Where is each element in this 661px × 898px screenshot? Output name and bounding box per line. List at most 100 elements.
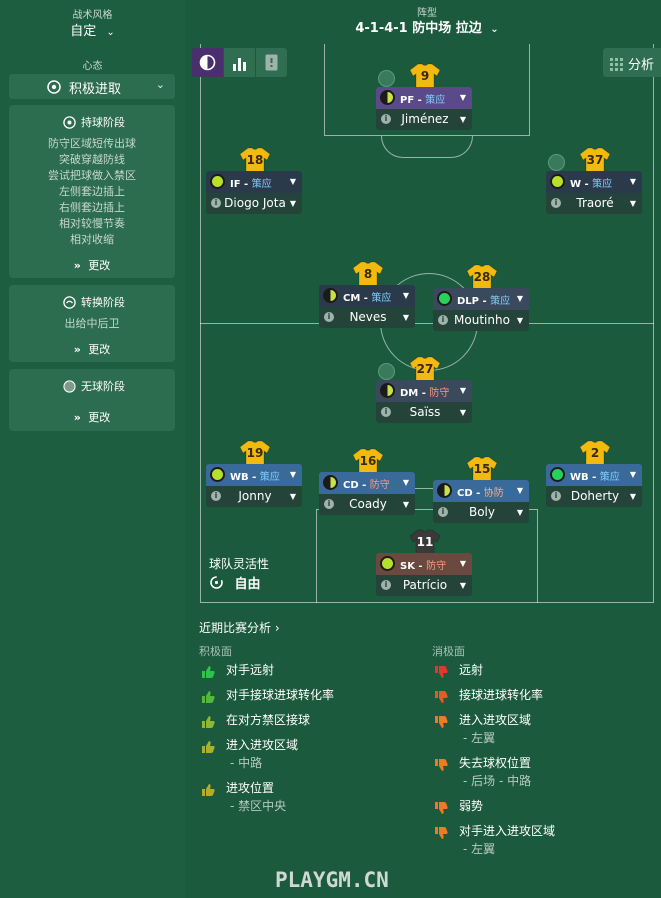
role-selector[interactable]: DLP - 策应 ▼ bbox=[433, 288, 529, 310]
player-selector[interactable]: i Moutinho ▼ bbox=[433, 310, 529, 331]
style-dropdown[interactable]: 自定 ⌄ bbox=[0, 20, 185, 39]
role-suitability-icon bbox=[210, 174, 225, 189]
in-possession-change-button[interactable]: » 更改 bbox=[9, 257, 175, 273]
player-selector[interactable]: i Patrício ▼ bbox=[376, 575, 472, 596]
player-selector[interactable]: i Coady ▼ bbox=[319, 494, 415, 515]
role-instruction-icon[interactable] bbox=[378, 363, 395, 380]
role-duty: 防守 bbox=[429, 388, 450, 399]
instruction-line: 右侧套边插上 bbox=[59, 201, 125, 214]
thumbs-down-icon bbox=[434, 663, 448, 678]
info-icon[interactable]: i bbox=[324, 499, 334, 509]
instruction-line: 出给中后卫 bbox=[64, 317, 120, 330]
role-text: WB - 策应 bbox=[570, 472, 620, 483]
role-text: WB - 策应 bbox=[230, 472, 280, 483]
caret-down-icon: ▼ bbox=[629, 492, 636, 501]
player-selector[interactable]: i Jonny ▼ bbox=[206, 486, 302, 507]
player-selector[interactable]: i Doherty ▼ bbox=[546, 486, 642, 507]
refresh-icon bbox=[209, 575, 224, 594]
player-card-lcb[interactable]: 16 CD - 防守 ▼ i Coady ▼ bbox=[319, 447, 415, 527]
negative-item: 接球进球转化率 bbox=[459, 688, 544, 702]
change-label: 更改 bbox=[88, 259, 111, 272]
card-info-icon bbox=[265, 54, 278, 75]
player-card-lw[interactable]: 18 IF - 策应 ▼ i Diogo Jota ▼ bbox=[206, 146, 302, 226]
role-instruction-icon[interactable] bbox=[548, 154, 565, 171]
player-selector[interactable]: i Jiménez ▼ bbox=[376, 109, 472, 130]
info-icon[interactable]: i bbox=[438, 315, 448, 325]
role-selector[interactable]: CD - 防守 ▼ bbox=[319, 472, 415, 494]
view-toggle-button[interactable] bbox=[192, 48, 223, 77]
mentality-value: 积极进取 bbox=[69, 82, 122, 97]
caret-down-icon: ▼ bbox=[402, 500, 409, 509]
recent-analysis-link[interactable]: 近期比赛分析 › bbox=[199, 619, 280, 636]
shirt-number: 16 bbox=[359, 454, 377, 468]
role-code: CD bbox=[457, 488, 473, 499]
shirt-number: 15 bbox=[473, 462, 491, 476]
role-selector[interactable]: DM - 防守 ▼ bbox=[376, 380, 472, 402]
player-card-gk[interactable]: 11 SK - 防守 ▼ i Patrício ▼ bbox=[376, 528, 472, 608]
role-selector[interactable]: CM - 策应 ▼ bbox=[319, 285, 415, 307]
role-code: CM bbox=[343, 293, 361, 304]
team-fluidity-value[interactable]: 自由 bbox=[209, 573, 261, 594]
role-text: SK - 防守 bbox=[400, 561, 447, 572]
player-selector[interactable]: i Boly ▼ bbox=[433, 502, 529, 523]
role-selector[interactable]: CD - 协防 ▼ bbox=[433, 480, 529, 502]
info-icon[interactable]: i bbox=[438, 507, 448, 517]
role-selector[interactable]: WB - 策应 ▼ bbox=[546, 464, 642, 486]
player-card-st[interactable]: 9 PF - 策应 ▼ i Jiménez ▼ bbox=[376, 62, 472, 142]
thumbs-up-icon bbox=[201, 663, 215, 678]
transition-change-button[interactable]: » 更改 bbox=[9, 341, 175, 357]
player-card-lb[interactable]: 19 WB - 策应 ▼ i Jonny ▼ bbox=[206, 439, 302, 519]
analysis-button[interactable]: 分析 bbox=[603, 48, 661, 77]
info-icon[interactable]: i bbox=[324, 312, 334, 322]
caret-down-icon: ▼ bbox=[629, 199, 636, 208]
thumbs-down-icon bbox=[434, 688, 448, 703]
role-text: DM - 防守 bbox=[400, 388, 450, 399]
negative-item: 远射 bbox=[459, 663, 484, 677]
player-card-rcm[interactable]: 28 DLP - 策应 ▼ i Moutinho ▼ bbox=[433, 263, 529, 343]
instruction-line: 尝试把球做入禁区 bbox=[48, 169, 136, 182]
info-icon[interactable]: i bbox=[381, 407, 391, 417]
info-icon[interactable]: i bbox=[211, 198, 221, 208]
thumbs-down-icon bbox=[434, 824, 448, 839]
player-card-rw[interactable]: 37 W - 策应 ▼ i Traoré ▼ bbox=[546, 146, 642, 226]
caret-down-icon: ▼ bbox=[516, 316, 523, 325]
thumbs-down-icon bbox=[434, 756, 448, 771]
in-possession-card: 持球阶段 防守区域短传出球 突破穿越防线 尝试把球做入禁区 左侧套边插上 右侧套… bbox=[9, 105, 175, 278]
watermark: PLAYGM.CN bbox=[275, 868, 389, 892]
role-selector[interactable]: SK - 防守 ▼ bbox=[376, 553, 472, 575]
info-icon[interactable]: i bbox=[551, 491, 561, 501]
team-fluidity-label: 球队灵活性 bbox=[209, 557, 270, 571]
player-selector[interactable]: i Saïss ▼ bbox=[376, 402, 472, 423]
shirt-number: 28 bbox=[473, 270, 491, 284]
role-text: CD - 协防 bbox=[457, 488, 504, 499]
player-name: Diogo Jota bbox=[224, 196, 286, 210]
role-duty: 策应 bbox=[425, 95, 446, 106]
stats-view-button[interactable] bbox=[224, 48, 255, 77]
role-selector[interactable]: PF - 策应 ▼ bbox=[376, 87, 472, 109]
player-selector[interactable]: i Traoré ▼ bbox=[546, 193, 642, 214]
info-icon[interactable]: i bbox=[211, 491, 221, 501]
caret-down-icon: ▼ bbox=[459, 581, 466, 590]
role-instruction-icon[interactable] bbox=[378, 70, 395, 87]
role-suitability-icon bbox=[323, 475, 338, 490]
role-selector[interactable]: W - 策应 ▼ bbox=[546, 171, 642, 193]
info-icon[interactable]: i bbox=[381, 114, 391, 124]
formation-dropdown[interactable]: 4-1-4-1 防中场 拉边 ⌄ bbox=[185, 17, 661, 36]
player-card-lcm[interactable]: 8 CM - 策应 ▼ i Neves ▼ bbox=[319, 260, 415, 340]
info-view-button[interactable] bbox=[256, 48, 287, 77]
role-suitability-icon bbox=[550, 467, 565, 482]
player-card-dm[interactable]: 27 DM - 防守 ▼ i Saïss ▼ bbox=[376, 355, 472, 435]
player-card-rcb[interactable]: 15 CD - 协防 ▼ i Boly ▼ bbox=[433, 455, 529, 535]
role-selector[interactable]: WB - 策应 ▼ bbox=[206, 464, 302, 486]
thumbs-up-icon bbox=[201, 713, 215, 728]
chevron-down-icon: ⌄ bbox=[106, 27, 115, 38]
info-icon[interactable]: i bbox=[381, 580, 391, 590]
out-possession-change-button[interactable]: » 更改 bbox=[9, 409, 175, 425]
player-selector[interactable]: i Diogo Jota ▼ bbox=[206, 193, 302, 214]
player-selector[interactable]: i Neves ▼ bbox=[319, 307, 415, 328]
mentality-dropdown[interactable]: 积极进取 ⌄ bbox=[9, 74, 175, 99]
role-selector[interactable]: IF - 策应 ▼ bbox=[206, 171, 302, 193]
caret-down-icon: ▼ bbox=[516, 294, 523, 303]
player-card-rb[interactable]: 2 WB - 策应 ▼ i Doherty ▼ bbox=[546, 439, 642, 519]
info-icon[interactable]: i bbox=[551, 198, 561, 208]
